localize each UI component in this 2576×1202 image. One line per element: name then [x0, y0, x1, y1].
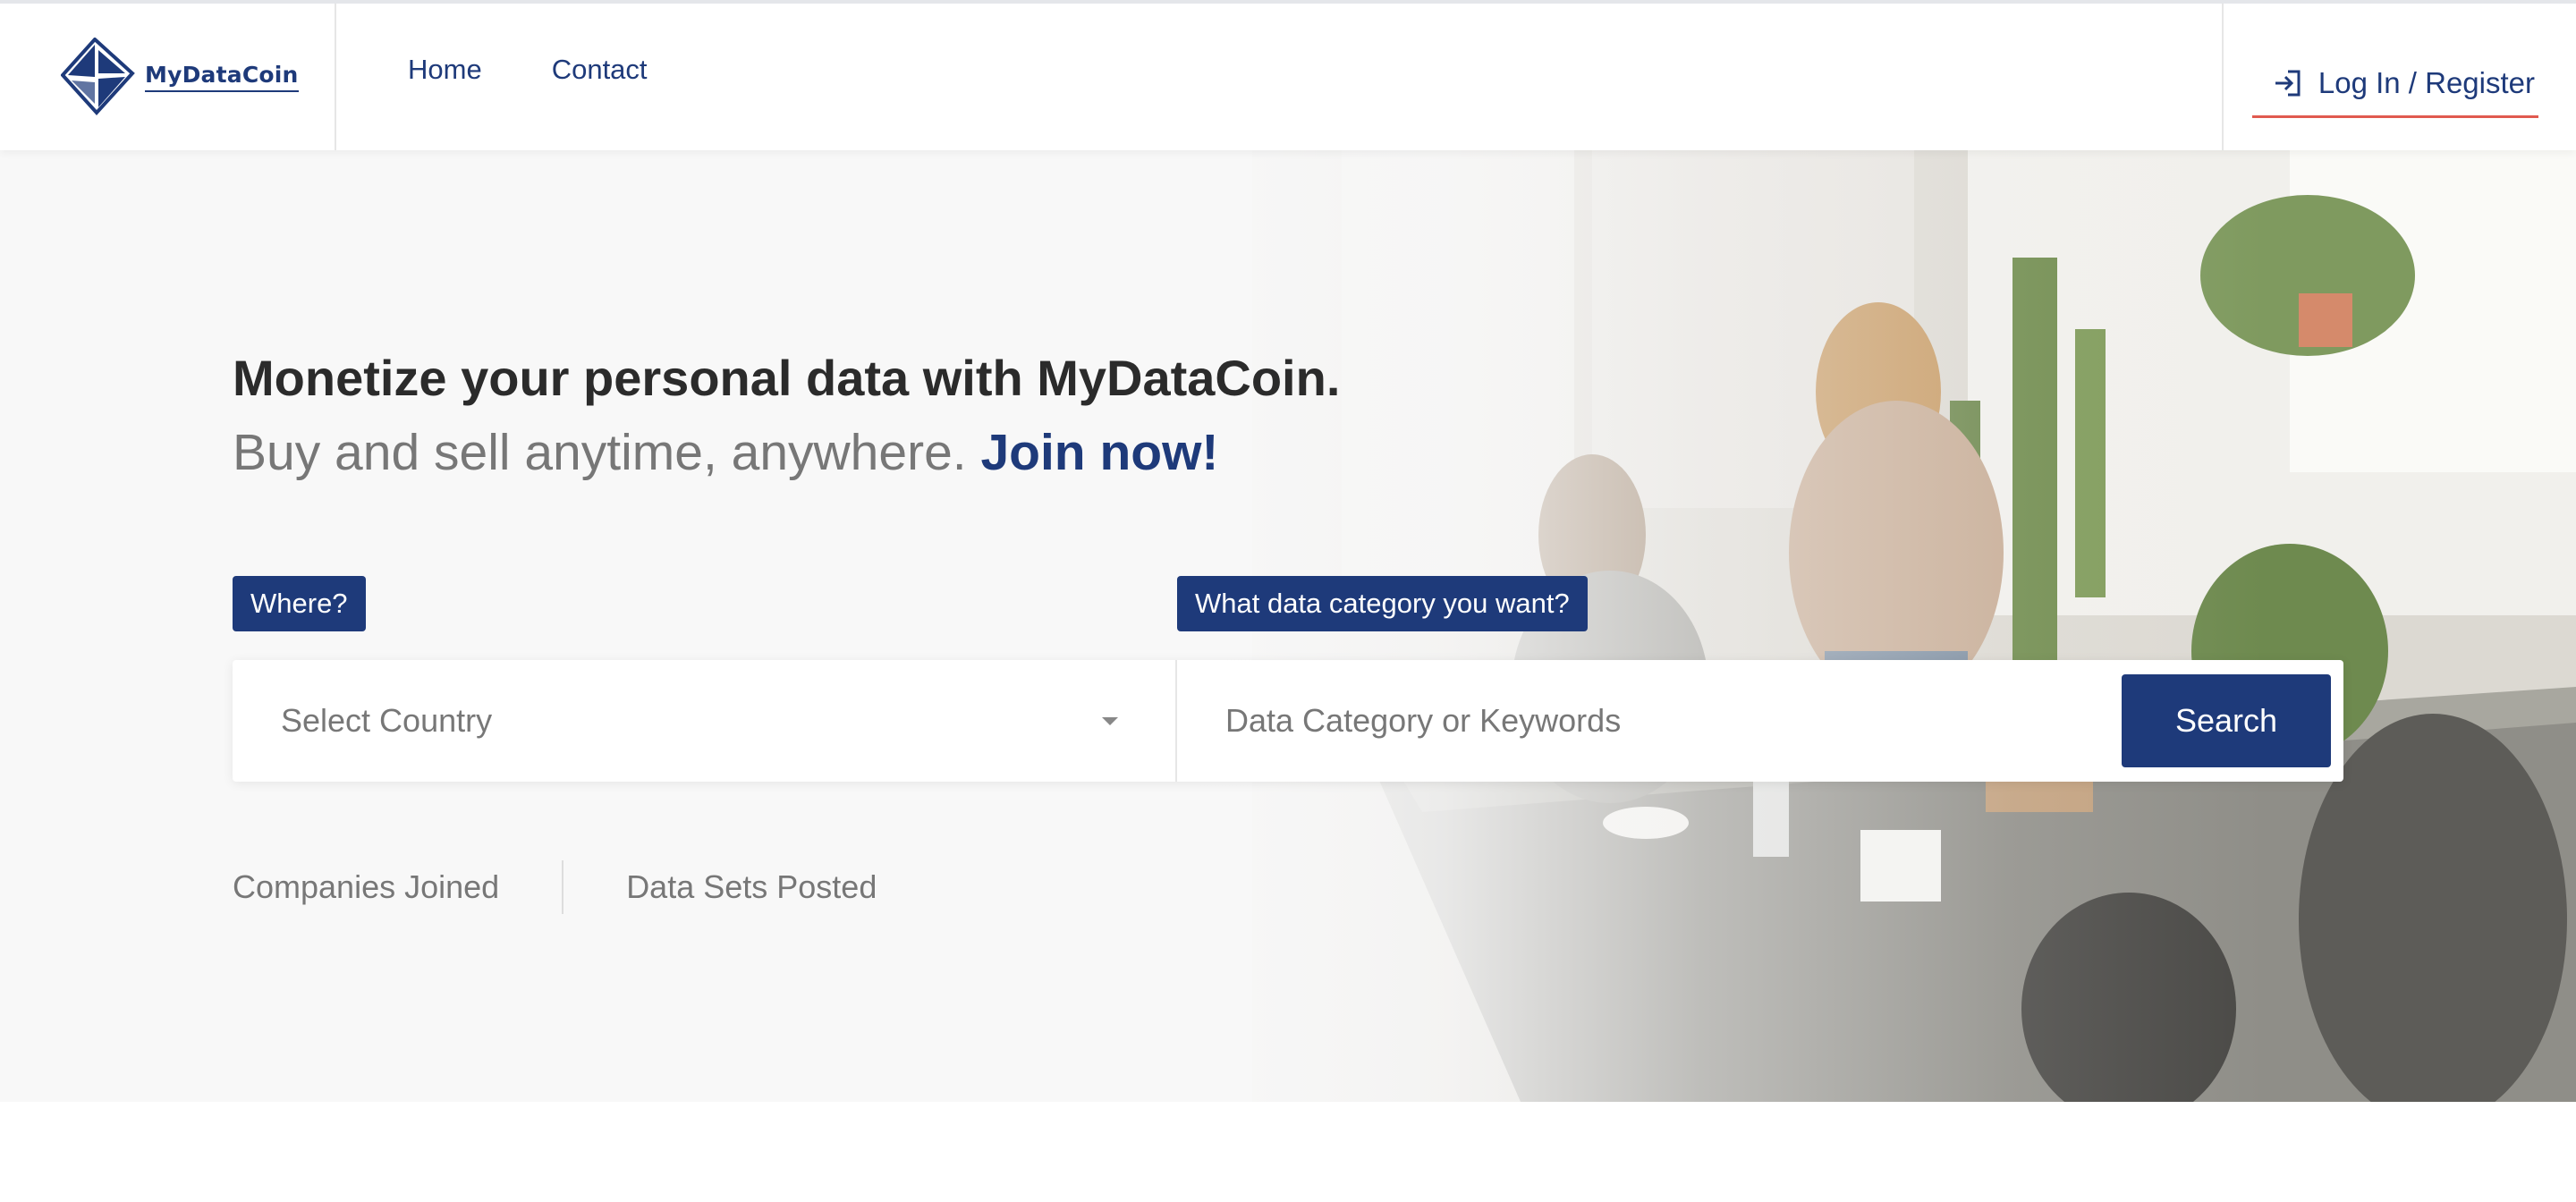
login-register-label: Log In / Register	[2318, 65, 2535, 99]
country-select-placeholder: Select Country	[281, 702, 493, 739]
hero-section: Monetize your personal data with MyDataC…	[0, 150, 2576, 1102]
nav-contact[interactable]: Contact	[552, 54, 648, 86]
brand-name: MyDataCoin	[145, 62, 299, 92]
stats-divider	[562, 860, 564, 914]
country-select[interactable]: Select Country	[233, 660, 1177, 782]
top-header: MyDataCoin Home Contact Log In / Registe…	[0, 0, 2576, 150]
companies-joined-stat: Companies Joined	[233, 868, 500, 905]
stats-row: Companies Joined Data Sets Posted	[233, 860, 877, 914]
hero-subline-text: Buy and sell anytime, anywhere.	[233, 424, 967, 481]
auth-area: Log In / Register	[2222, 4, 2576, 150]
nav-home[interactable]: Home	[408, 54, 482, 86]
hero-subline: Buy and sell anytime, anywhere. Join now…	[233, 423, 1218, 482]
hero-headline: Monetize your personal data with MyDataC…	[233, 350, 1341, 406]
chevron-down-icon	[1102, 717, 1118, 725]
main-nav: Home Contact	[408, 54, 717, 86]
keyword-input[interactable]	[1177, 660, 2116, 782]
sign-in-icon	[2275, 70, 2301, 96]
diamond-logo-icon	[61, 38, 135, 115]
category-label: What data category you want?	[1177, 576, 1588, 631]
logo-link[interactable]: MyDataCoin	[0, 4, 336, 150]
where-label: Where?	[233, 576, 366, 631]
datasets-posted-stat: Data Sets Posted	[626, 868, 877, 905]
join-now-link[interactable]: Join now!	[980, 424, 1218, 481]
search-bar: Select Country Search	[233, 660, 2343, 782]
login-register-button[interactable]: Log In / Register	[2252, 57, 2538, 118]
search-button[interactable]: Search	[2122, 674, 2331, 767]
